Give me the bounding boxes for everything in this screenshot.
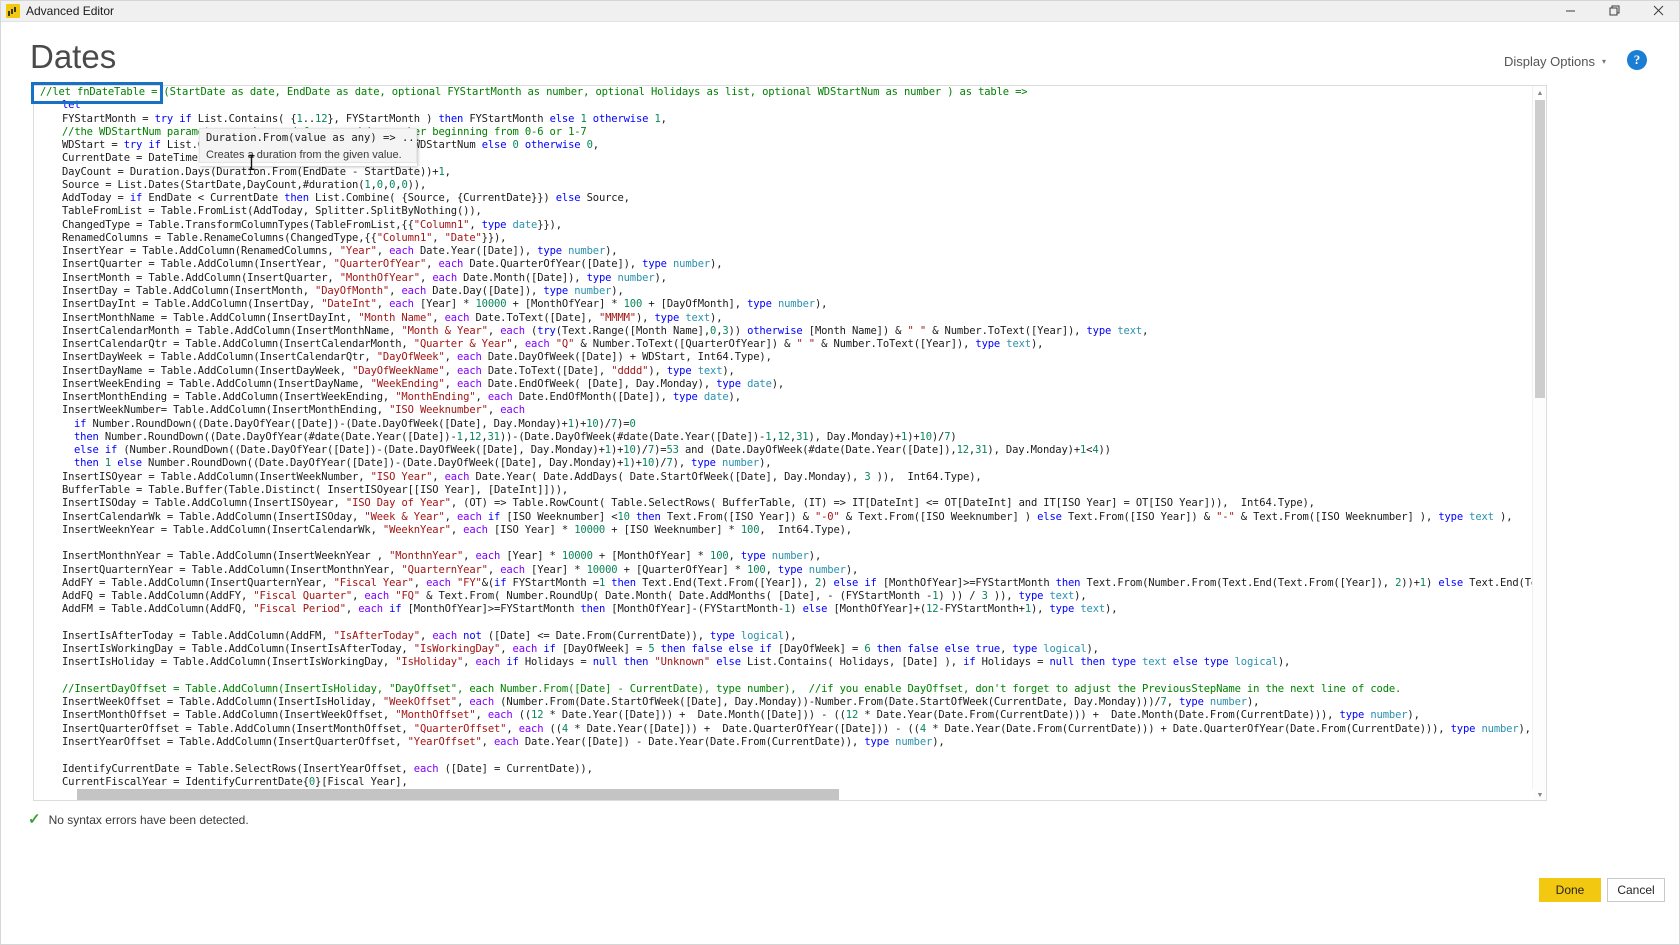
editor-header: Dates Display Options ▾ ? — [0, 22, 1680, 90]
code-line: else if (Number.RoundDown((Date.DayOfYea… — [74, 444, 1111, 457]
code-line: InsertIsWorkingDay = Table.AddColumn(Ins… — [62, 643, 1099, 656]
window-title: Advanced Editor — [26, 3, 115, 18]
chevron-down-icon: ▾ — [1601, 56, 1606, 66]
code-line: InsertMonthName = Table.AddColumn(Insert… — [62, 311, 723, 324]
code-line: InsertIsAfterToday = Table.AddColumn(Add… — [62, 629, 797, 642]
code-line: InsertDay = Table.AddColumn(InsertMonth,… — [62, 284, 624, 297]
code-line: InsertWeekEnding = Table.AddColumn(Inser… — [62, 377, 785, 390]
code-line: InsertMonthEnding = Table.AddColumn(Inse… — [62, 391, 741, 404]
code-line: then 1 else Number.RoundDown((Date.DayOf… — [74, 457, 772, 470]
close-icon[interactable] — [1636, 0, 1680, 22]
titlebar-left-group: Advanced Editor — [0, 3, 115, 18]
code-line: AddFY = Table.AddColumn(InsertQuarternYe… — [62, 576, 1534, 589]
code-line: InsertISOyear = Table.AddColumn(InsertWe… — [62, 470, 982, 483]
code-line: RenamedColumns = Table.RenameColumns(Cha… — [62, 231, 507, 244]
code-line: let — [62, 99, 81, 112]
h-scrollbar[interactable] — [34, 789, 1534, 800]
code-line: ChangedType = Table.TransformColumnTypes… — [62, 218, 562, 231]
help-icon[interactable]: ? — [1627, 50, 1647, 70]
code-line: InsertWeekNumber= Table.AddColumn(Insert… — [62, 404, 525, 417]
h-scrollbar-thumb[interactable] — [77, 789, 839, 800]
v-scrollbar[interactable]: ▲ ▼ — [1532, 86, 1546, 800]
code-text[interactable]: //let fnDateTable = (StartDate as date, … — [34, 86, 1534, 789]
status-bar: ✓ No syntax errors have been detected. — [28, 812, 249, 827]
dialog-footer: Done Cancel — [0, 870, 1680, 945]
page-title: Dates — [30, 38, 117, 75]
tooltip-description: Creates a duration from the given value. — [199, 146, 417, 163]
code-line: InsertCalendarQtr = Table.AddColumn(Inse… — [62, 338, 1044, 351]
power-bi-icon — [6, 3, 20, 18]
code-line: Source = List.Dates(StartDate,DayCount,#… — [62, 178, 427, 191]
code-line: AddToday = if EndDate < CurrentDate then… — [62, 192, 630, 205]
code-line: InsertQuarternYear = Table.AddColumn(Ins… — [62, 563, 859, 576]
status-message: No syntax errors have been detected. — [48, 812, 249, 827]
code-line: InsertMonthOffset = Table.AddColumn(Inse… — [62, 709, 1420, 722]
code-line: InsertWeeknYear = Table.AddColumn(Insert… — [62, 523, 852, 536]
code-line: InsertQuarterOffset = Table.AddColumn(In… — [62, 722, 1531, 735]
scroll-up-icon[interactable]: ▲ — [1533, 86, 1546, 100]
code-line: InsertCalendarWk = Table.AddColumn(Inser… — [62, 510, 1513, 523]
scroll-down-icon[interactable]: ▼ — [1533, 788, 1546, 800]
intellisense-tooltip: Duration.From(value as any) => ... Creat… — [199, 128, 421, 163]
window-titlebar: Advanced Editor — [0, 0, 1680, 22]
code-line: CurrentFiscalYear = IdentifyCurrentDate{… — [62, 775, 408, 788]
done-button[interactable]: Done — [1539, 878, 1601, 902]
code-line: InsertQuarter = Table.AddColumn(InsertYe… — [62, 258, 723, 271]
code-line: InsertMonth = Table.AddColumn(InsertQuar… — [62, 271, 667, 284]
code-editor[interactable]: //let fnDateTable = (StartDate as date, … — [33, 85, 1547, 801]
display-options-label: Display Options — [1503, 54, 1595, 69]
code-line: InsertDayInt = Table.AddColumn(InsertDay… — [62, 298, 828, 311]
window-controls — [1548, 0, 1680, 22]
code-line: BufferTable = Table.Buffer(Table.Distinc… — [62, 483, 569, 496]
tooltip-signature: Duration.From(value as any) => ... — [199, 128, 421, 146]
code-line: InsertISOday = Table.AddColumn(InsertISO… — [62, 497, 1315, 510]
code-line: InsertCalendarMonth = Table.AddColumn(In… — [62, 324, 1149, 337]
code-line: InsertDayName = Table.AddColumn(InsertDa… — [62, 364, 735, 377]
code-line: InsertMonthnYear = Table.AddColumn(Inser… — [62, 550, 822, 563]
code-line: //let fnDateTable = (StartDate as date, … — [40, 86, 1028, 98]
code-line: AddFQ = Table.AddColumn(AddFY, "Fiscal Q… — [62, 590, 1087, 603]
code-line: InsertYearOffset = Table.AddColumn(Inser… — [62, 736, 945, 749]
restore-icon[interactable] — [1592, 0, 1636, 22]
checkmark-icon: ✓ — [28, 811, 41, 828]
code-editor-viewport[interactable]: //let fnDateTable = (StartDate as date, … — [34, 86, 1534, 800]
code-line: InsertIsHoliday = Table.AddColumn(Insert… — [62, 656, 1291, 669]
code-line: DayCount = Duration.Days(Duration.From(E… — [62, 165, 451, 178]
code-line: InsertYear = Table.AddColumn(RenamedColu… — [62, 245, 618, 258]
code-line: //InsertDayOffset = Table.AddColumn(Inse… — [62, 682, 1402, 695]
code-line: InsertWeekOffset = Table.AddColumn(Inser… — [62, 696, 1260, 709]
minimize-icon[interactable] — [1548, 0, 1592, 22]
code-line: IdentifyCurrentDate = Table.SelectRows(I… — [62, 762, 593, 775]
cancel-button[interactable]: Cancel — [1607, 878, 1665, 902]
code-line: AddFM = Table.AddColumn(AddFQ, "Fiscal P… — [62, 603, 1118, 616]
text-cursor-icon — [247, 154, 256, 173]
code-line: InsertDayWeek = Table.AddColumn(InsertCa… — [62, 351, 772, 364]
v-scrollbar-thumb[interactable] — [1535, 100, 1545, 398]
code-line: TableFromList = Table.FromList(AddToday,… — [62, 205, 482, 218]
code-line: FYStartMonth = try if List.Contains( {1.… — [62, 112, 667, 125]
display-options-dropdown[interactable]: Display Options ▾ — [1504, 54, 1606, 69]
code-line: if Number.RoundDown((Date.DayOfYear([Dat… — [74, 417, 636, 430]
code-line: then Number.RoundDown((Date.DayOfYear(#d… — [74, 430, 957, 443]
